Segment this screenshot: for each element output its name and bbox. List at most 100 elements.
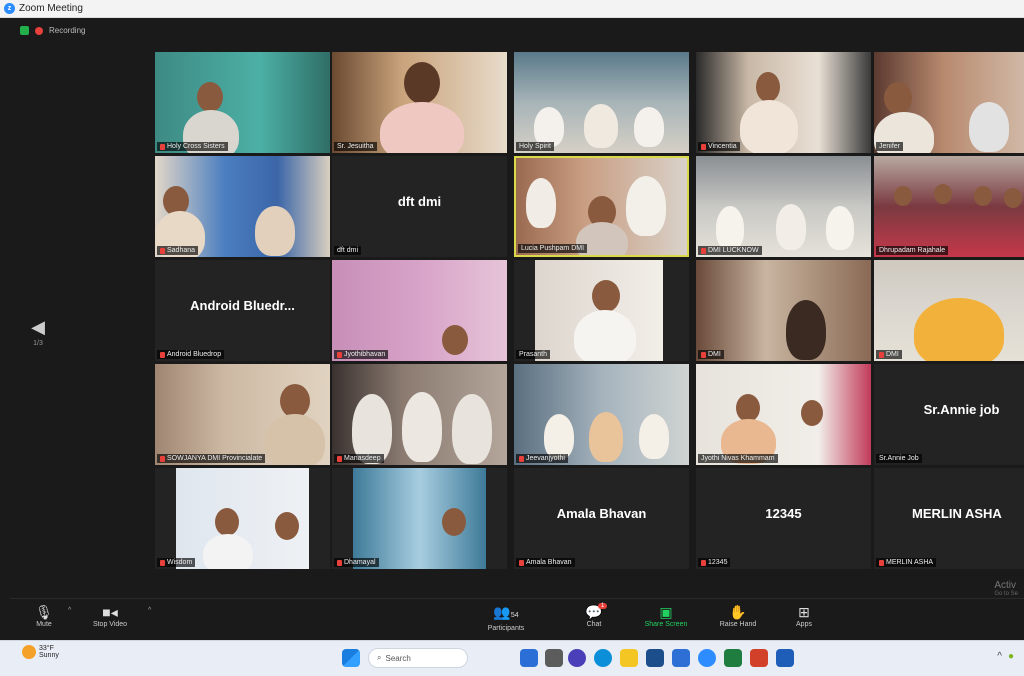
mic-muted-icon [879,351,884,358]
participant-name: Dhrupadam Rajahale [876,246,949,255]
participant-tile[interactable]: Jeevanjyothi [514,364,689,465]
participant-tile[interactable]: Sr. Jesuitha [332,52,507,153]
title-bar: z Zoom Meeting [0,0,1024,18]
participant-tile[interactable]: Jyothibhavan [332,260,507,361]
previous-page-button[interactable]: ◀ 1/3 [26,318,50,347]
system-tray[interactable]: ^ ● [997,651,1014,662]
participant-display-name: 12345 [765,506,802,521]
window-title: Zoom Meeting [19,3,83,14]
participant-tile[interactable]: Jyothi Nivas Khammam [696,364,871,465]
start-windows-icon[interactable] [342,649,360,667]
windows-taskbar: 33°F Sunny ⌕ Search ^ ● [0,640,1024,676]
participant-name: Jyothi Nivas Khammam [698,454,778,463]
mute-label: Mute [36,621,52,628]
widgets-icon[interactable] [545,649,563,667]
participant-tile[interactable]: SOWJANYA DMI Provincialate [155,364,330,465]
stop-video-button[interactable]: ■◂ Stop Video [80,603,140,628]
participant-name: Sr.Annie Job [876,454,922,463]
watermark-line1: Activ [994,580,1016,591]
participant-tile[interactable]: Android Bluedr... Android Bluedrop [155,260,330,361]
participant-tile[interactable]: Jenifer [874,52,1024,153]
zoom-app-icon[interactable] [698,649,716,667]
recording-label: Recording [49,26,86,35]
audio-options-chevron-icon[interactable]: ^ [68,607,71,614]
mic-muted-icon [160,351,165,358]
edge-browser-icon[interactable] [594,649,612,667]
mic-muted-icon [337,559,342,566]
participant-tile[interactable]: Holy Cross Sisters [155,52,330,153]
video-camera-icon: ■◂ [102,604,118,620]
recording-dot-icon [35,26,43,35]
participant-name: Vincentia [698,142,740,151]
raise-hand-button[interactable]: ✋ Raise Hand [708,603,768,628]
participant-tile[interactable]: Sr.Annie job Sr.Annie Job [874,364,1024,465]
participant-name: Holy Spirit [516,142,554,151]
mic-muted-icon [160,559,165,566]
chat-button[interactable]: 💬 1 Chat [564,603,624,628]
left-arrow-icon: ◀ [31,317,45,337]
apps-icon: ⊞ [798,604,810,620]
participant-tile[interactable]: DMI [874,260,1024,361]
excel-icon[interactable] [724,649,742,667]
mic-muted-icon [337,455,342,462]
mic-muted-icon [337,351,342,358]
chevron-up-icon[interactable]: ^ [997,651,1002,662]
raise-hand-icon: ✋ [729,604,747,620]
video-options-chevron-icon[interactable]: ^ [148,607,151,614]
taskbar-search[interactable]: ⌕ Search [368,648,468,668]
participant-tile[interactable]: Prasanth [514,260,689,361]
participant-name: DMI [876,350,902,359]
participant-display-name: Android Bluedr... [190,298,295,313]
participant-name: Prasanth [516,350,551,359]
powerpoint-icon[interactable] [750,649,768,667]
mic-muted-icon [519,559,524,566]
mic-muted-icon [160,247,165,254]
mic-muted-icon [701,559,706,566]
word-icon[interactable] [776,649,794,667]
participant-tile[interactable]: Amala Bhavan Amala Bhavan [514,468,689,569]
participant-tile[interactable]: 12345 12345 [696,468,871,569]
mic-muted-icon [879,559,884,566]
tray-app-icon[interactable]: ● [1008,651,1014,662]
participant-display-name: Amala Bhavan [556,506,647,521]
participant-tile[interactable]: DMI LUCKNOW [696,156,871,257]
participants-label: Participants [487,625,525,632]
stop-video-label: Stop Video [92,621,128,628]
participant-tile[interactable]: Holy Spirit [514,52,689,153]
participant-tile[interactable]: Dhamayal [332,468,507,569]
mic-muted-icon [701,143,706,150]
participant-tile-active-speaker[interactable]: Lucia Pushpam DMI [514,156,689,257]
weather-widget[interactable]: 33°F Sunny [22,645,59,659]
chat-unread-badge: 1 [598,603,608,609]
security-shield-icon[interactable] [20,26,29,35]
outlook-icon[interactable] [646,649,664,667]
participant-tile[interactable]: Vincentia [696,52,871,153]
page-number: 1/3 [33,340,43,347]
store-icon[interactable] [672,649,690,667]
participant-tile[interactable]: Sadhana [155,156,330,257]
share-screen-button[interactable]: ▣ Share Screen [636,603,696,628]
participant-display-name: dft dmi [397,194,442,209]
sun-icon [22,645,36,659]
zoom-logo-icon: z [4,3,15,14]
task-view-icon[interactable] [520,649,538,667]
participant-tile[interactable]: dft dmi dft dmi [332,156,507,257]
participant-name: Manasdeep [334,454,384,463]
participants-button[interactable]: 👥54 Participants [476,603,536,632]
file-explorer-icon[interactable] [620,649,638,667]
share-screen-label: Share Screen [644,621,688,628]
apps-button[interactable]: ⊞ Apps [774,603,834,628]
participant-tile[interactable]: Manasdeep [332,364,507,465]
participant-name: dft dmi [334,246,362,255]
search-icon: ⌕ [377,653,382,662]
mute-button[interactable]: 🎙 Mute [14,603,74,628]
participant-tile[interactable]: Wisdom [155,468,330,569]
participant-name: DMI [698,350,724,359]
teams-chat-icon[interactable] [568,649,586,667]
weather-temp: 33°F [39,645,54,652]
participant-tile[interactable]: Dhrupadam Rajahale [874,156,1024,257]
participant-tile[interactable]: MERLIN ASHA MERLIN ASHA [874,468,1024,569]
mic-muted-icon [519,455,524,462]
participant-name: Jeevanjyothi [516,454,568,463]
participant-tile[interactable]: DMI [696,260,871,361]
